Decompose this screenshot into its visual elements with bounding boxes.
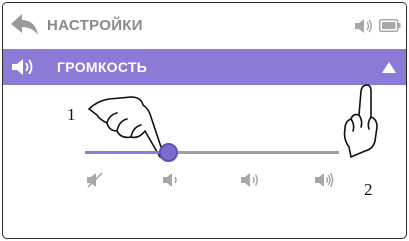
triangle-up-icon[interactable] [381,60,397,74]
mute-icon[interactable] [85,171,107,189]
battery-icon [379,19,401,32]
volume-setting-bar[interactable]: ГРОМКОСТЬ [3,49,406,85]
back-arrow-icon[interactable] [9,12,41,38]
volume-medium-icon[interactable] [239,171,261,189]
volume-high-icon[interactable] [313,171,335,189]
speaker-icon [355,19,372,33]
callout-label-1: 1 [67,105,76,124]
header: НАСТРОЙКИ [3,3,406,47]
volume-low-icon[interactable] [161,171,183,189]
volume-slider-fill [85,151,169,154]
volume-slider-thumb[interactable] [159,143,179,162]
page-title: НАСТРОЙКИ [47,17,143,34]
device-screen: НАСТРОЙКИ ГРОМКОСТЬ 1 2 [2,2,407,239]
pointing-hand-icon [343,84,378,158]
callout-label-2: 2 [364,180,373,199]
speaker-icon [12,59,33,75]
volume-slider-track[interactable] [85,151,339,154]
volume-label: ГРОМКОСТЬ [57,59,148,75]
